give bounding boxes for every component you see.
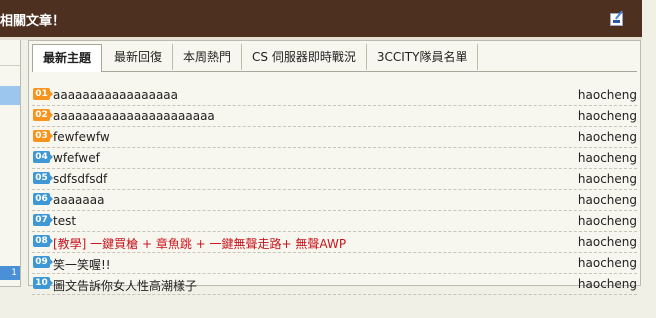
left-panel: 1 — [0, 40, 21, 287]
topic-author: haocheng — [577, 235, 637, 249]
topic-author: haocheng — [577, 88, 637, 102]
tab-3ccity-members[interactable]: 3CCITY隊員名單 — [367, 44, 479, 70]
topic-title-link[interactable]: sdfsdfsdf — [53, 172, 107, 186]
topic-title-link[interactable]: 笑一笑喔!! — [53, 256, 111, 273]
topic-row: 09 笑一笑喔!! haocheng — [32, 253, 637, 274]
tab-latest-replies[interactable]: 最新回復 — [104, 44, 174, 70]
topic-title-link[interactable]: fewfewfw — [53, 130, 110, 144]
rank-badge: 01 — [33, 88, 53, 100]
topic-title-link[interactable]: 圖文告訴你女人性高潮樣子 — [53, 277, 197, 294]
rank-badge: 07 — [33, 214, 53, 226]
topic-title-link[interactable]: aaaaaaaaaaaaaaaaaaaaaa — [53, 109, 215, 123]
topic-author: haocheng — [577, 151, 637, 165]
section-title: 相關文章！ — [0, 14, 66, 29]
edit-window-icon[interactable] — [610, 10, 623, 26]
topic-title-link[interactable]: wfefwef — [53, 151, 100, 165]
rank-badge: 08 — [33, 235, 53, 247]
topic-row: 04 wfefwef haocheng — [32, 148, 637, 169]
topic-row: 08 [教學] 一鍵買槍 + 章魚跳 + 一鍵無聲走路+ 無聲AWP haochen… — [32, 232, 637, 253]
tab-cs-server-status[interactable]: CS 伺服器即時戰況 — [242, 44, 367, 70]
topic-author: haocheng — [577, 172, 637, 186]
tab-weekly-hot[interactable]: 本周熱門 — [173, 44, 243, 70]
tab-bar: 最新主題 最新回復 本周熱門 CS 伺服器即時戰況 3CCITY隊員名單 — [32, 44, 637, 72]
topic-row: 07 test haocheng — [32, 211, 637, 232]
topic-title-link[interactable]: aaaaaaaaaaaaaaaaa — [53, 88, 178, 102]
rank-badge: 02 — [33, 109, 53, 121]
topic-row: 10 圖文告訴你女人性高潮樣子 haocheng — [32, 274, 637, 295]
topic-author: haocheng — [577, 214, 637, 228]
topic-row: 06 aaaaaaa haocheng — [32, 190, 637, 211]
left-panel-divider — [0, 65, 20, 66]
topic-row: 05 sdfsdfsdf haocheng — [32, 169, 637, 190]
rank-badge: 03 — [33, 130, 53, 142]
topic-row: 01 aaaaaaaaaaaaaaaaa haocheng — [32, 85, 637, 106]
topic-title-link[interactable]: test — [53, 214, 76, 228]
rank-badge: 05 — [33, 172, 53, 184]
tab-latest-topics[interactable]: 最新主題 — [32, 44, 103, 72]
topic-author: haocheng — [577, 193, 637, 207]
topic-author: haocheng — [577, 256, 637, 270]
rank-badge: 10 — [33, 277, 53, 289]
topic-title-link[interactable]: [教學] 一鍵買槍 + 章魚跳 + 一鍵無聲走路+ 無聲AWP — [53, 235, 346, 252]
section-header: 相關文章！ — [0, 0, 642, 37]
rank-badge: 06 — [33, 193, 53, 205]
topic-row: 03 fewfewfw haocheng — [32, 127, 637, 148]
topic-author: haocheng — [577, 277, 637, 291]
left-panel-page-number[interactable]: 1 — [0, 266, 20, 280]
topic-row: 02 aaaaaaaaaaaaaaaaaaaaaa haocheng — [32, 106, 637, 127]
rank-badge: 09 — [33, 256, 53, 268]
left-panel-selected-item[interactable] — [0, 86, 20, 105]
topic-title-link[interactable]: aaaaaaa — [53, 193, 104, 207]
topic-author: haocheng — [577, 109, 637, 123]
topic-author: haocheng — [577, 130, 637, 144]
topics-panel: 最新主題 最新回復 本周熱門 CS 伺服器即時戰況 3CCITY隊員名單 01 aaaaa… — [28, 40, 641, 295]
topic-list: 01 aaaaaaaaaaaaaaaaa haocheng 02 aaaaaaaaaaa… — [32, 85, 637, 295]
rank-badge: 04 — [33, 151, 53, 163]
